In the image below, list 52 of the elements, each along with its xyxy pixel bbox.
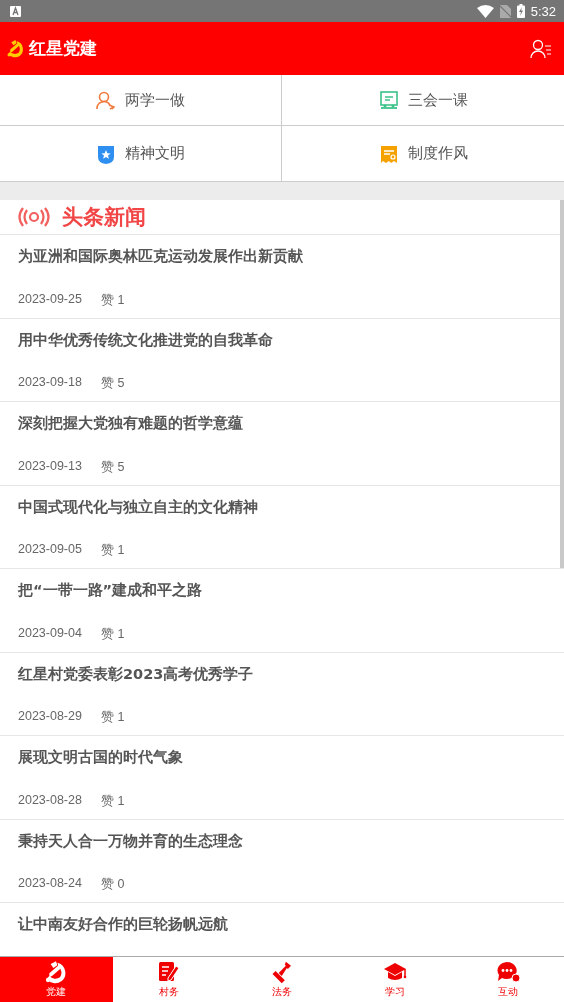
news-item[interactable]: 秉持天人合一万物并育的生态理念 2023-08-24 赞 0 [0, 819, 564, 903]
nav-tab[interactable]: 学习 [338, 957, 452, 1002]
news-date: 2023-08-29 [18, 709, 82, 725]
notification-icon [10, 5, 21, 17]
news-title: 把“一带一路”建成和平之路 [18, 581, 204, 600]
status-time: 5:32 [530, 3, 556, 19]
wifi-icon [476, 4, 494, 18]
like-count: 赞 1 [100, 291, 125, 309]
news-date: 2023-09-25 [18, 291, 82, 308]
person-icon [96, 90, 116, 110]
star-shield-icon [96, 143, 116, 164]
notepad-pen-icon [157, 960, 182, 984]
news-date: 2023-09-05 [18, 542, 82, 558]
news-title: 秉持天人合一万物并育的生态理念 [18, 831, 244, 851]
news-title: 展现文明古国的时代气象 [18, 748, 184, 767]
stamp-icon [272, 960, 292, 984]
nav-tab[interactable]: 村务 [112, 957, 226, 1002]
news-date: 2023-09-13 [18, 458, 82, 475]
news-date: 2023-09-18 [18, 375, 82, 391]
user-menu-icon[interactable] [530, 38, 552, 59]
nav-tab[interactable]: 互动 [451, 957, 564, 1002]
like-count: 赞 5 [100, 375, 125, 392]
news-title: 用中华优秀传统文化推进党的自我革命 [18, 330, 274, 350]
certificate-icon [378, 143, 399, 164]
no-sim-icon [499, 4, 511, 18]
shortcut-tile[interactable]: 两学一做 [0, 75, 282, 126]
like-count: 赞 1 [100, 542, 125, 559]
shortcut-tile[interactable]: 精神文明 [0, 126, 282, 182]
like-count: 赞 1 [100, 709, 125, 726]
like-count: 赞 5 [100, 458, 125, 476]
news-title: 让中南友好合作的巨轮扬帆远航 [18, 915, 229, 934]
news-title: 中国式现代化与独立自主的文化精神 [18, 497, 259, 517]
section-title: 头条新闻 [62, 204, 146, 231]
news-title: 深刻把握大党独有难题的哲学意蕴 [18, 414, 244, 433]
board-icon [378, 90, 399, 110]
chat-bubble-icon [495, 960, 520, 984]
news-date: 2023-08-28 [18, 792, 82, 809]
nav-tab[interactable]: 法务 [225, 957, 339, 1002]
news-item[interactable]: 把“一带一路”建成和平之路 2023-09-04 赞 1 [0, 569, 564, 653]
like-count: 赞 0 [100, 876, 125, 893]
broadcast-icon [18, 207, 50, 227]
news-title: 红星村党委表彰2023高考优秀学子 [18, 664, 255, 684]
like-count: 赞 1 [100, 792, 125, 810]
nav-tab[interactable]: 党建 [0, 957, 113, 1002]
app-title: 红星党建 [29, 37, 98, 60]
news-item[interactable]: 展现文明古国的时代气象 2023-08-28 赞 1 [0, 736, 564, 820]
like-count: 赞 1 [100, 625, 125, 643]
news-title: 为亚洲和国际奥林匹克运动发展作出新贡献 [18, 247, 304, 266]
news-date: 2023-08-24 [18, 876, 82, 892]
news-date: 2023-09-04 [18, 625, 82, 642]
news-item[interactable]: 红星村党委表彰2023高考优秀学子 2023-08-29 赞 1 [0, 652, 564, 736]
battery-charging-icon [516, 4, 525, 18]
